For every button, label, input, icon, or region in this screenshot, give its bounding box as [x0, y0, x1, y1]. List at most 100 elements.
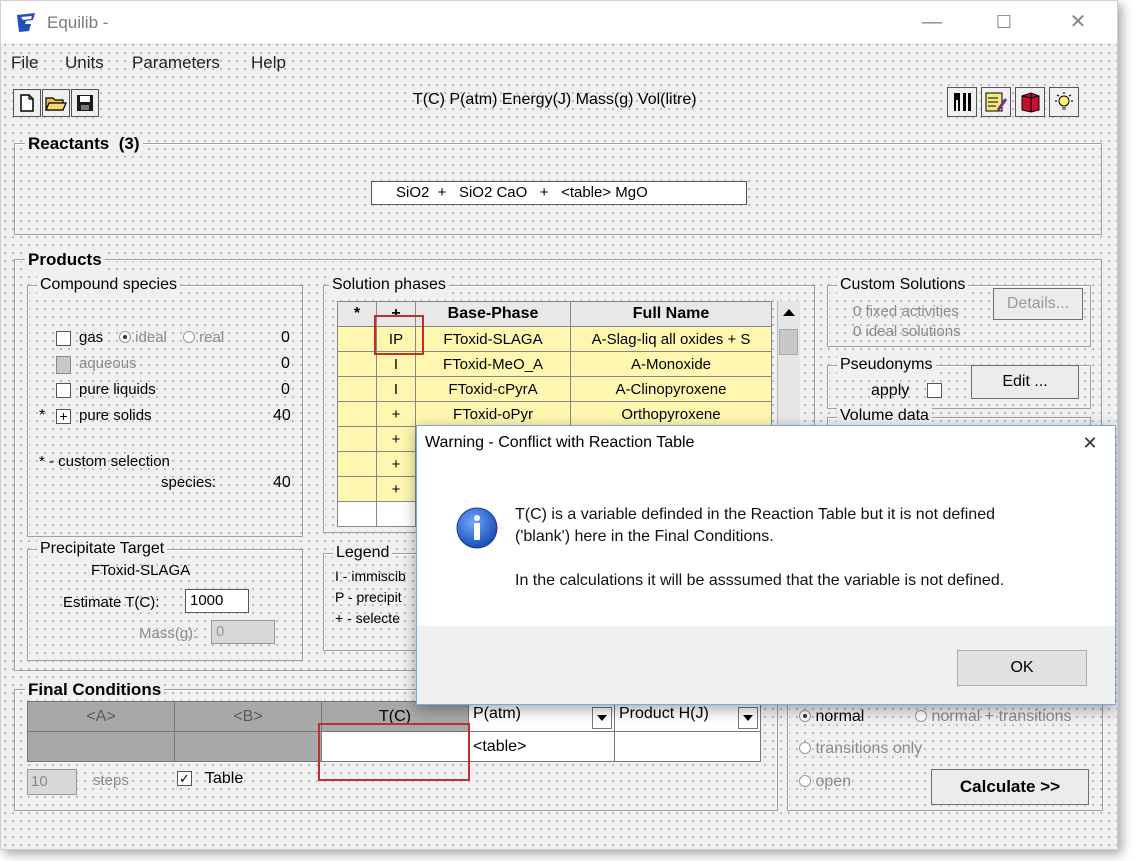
pseudonyms-edit-button[interactable]: Edit ... [971, 365, 1079, 399]
patm-dropdown[interactable] [592, 706, 612, 729]
custom-selection-note: * - custom selection [39, 453, 170, 470]
mass-input[interactable]: 0 [211, 620, 275, 644]
transitions-only-radio[interactable]: transitions only [799, 740, 922, 758]
col-a-header[interactable]: <A> [27, 701, 175, 732]
patm-header-label: P(atm) [473, 704, 521, 722]
cell-base[interactable]: FToxid-cPyrA [415, 376, 571, 402]
menu-parameters[interactable]: Parameters [132, 53, 220, 73]
cell-base[interactable]: FToxid-MeO_A [415, 351, 571, 377]
gas-ideal-radio[interactable]: ideal [119, 329, 167, 346]
steps-input[interactable]: 10 [27, 769, 77, 795]
col-base-phase[interactable]: Base-Phase [415, 301, 571, 327]
cell-star[interactable] [337, 351, 377, 377]
new-file-button[interactable] [13, 89, 41, 117]
steps-label: steps [93, 772, 129, 789]
normal-radio[interactable]: normal [799, 708, 864, 726]
final-conditions-label: Final Conditions [25, 680, 165, 700]
a-value-cell[interactable] [27, 731, 175, 762]
col-b-header[interactable]: <B> [174, 701, 322, 732]
table-row[interactable]: I FToxid-cPyrA A-Clinopyroxene [337, 376, 772, 402]
scroll-up-icon[interactable] [783, 309, 795, 316]
table-row[interactable]: + FToxid-oPyr Orthopyroxene [337, 401, 772, 427]
edit-list-button[interactable] [981, 87, 1011, 117]
menu-units[interactable]: Units [65, 53, 104, 73]
save-button[interactable] [71, 89, 99, 117]
pure-liquids-count: 0 [281, 381, 290, 398]
close-button[interactable]: ✕ [1055, 7, 1101, 37]
cell-star[interactable] [337, 326, 377, 352]
col-patm-header[interactable]: P(atm) [468, 701, 615, 732]
ok-button[interactable]: OK [957, 650, 1087, 686]
cell-plus[interactable]: + [376, 476, 416, 502]
gas-real-radio[interactable]: real [183, 329, 224, 346]
solution-phases-label: Solution phases [329, 276, 449, 294]
aqueous-label: aqueous [79, 355, 137, 372]
pure-solids-label: pure solids [79, 407, 152, 424]
cell-star[interactable] [337, 451, 377, 477]
volume-data-label: Volume data [837, 407, 932, 425]
compound-species-label: Compound species [37, 276, 180, 294]
product-h-value-cell[interactable] [614, 731, 761, 762]
maximize-button[interactable]: ☐ [981, 7, 1027, 37]
aqueous-checkbox[interactable] [56, 356, 71, 374]
open-file-button[interactable] [42, 89, 70, 117]
fork-knife-icon [954, 93, 971, 111]
units-indicator: T(C) P(atm) Energy(J) Mass(g) Vol(litre) [413, 91, 697, 108]
table-checkbox[interactable]: ✓ [177, 771, 192, 786]
pseudonyms-apply-label: apply [871, 382, 910, 399]
b-value-cell[interactable] [174, 731, 322, 762]
minimize-button[interactable]: — [909, 7, 955, 37]
open-folder-icon [45, 97, 67, 111]
cell-plus[interactable]: + [376, 451, 416, 477]
cell-base[interactable]: FToxid-SLAGA [415, 326, 571, 352]
table-row[interactable]: I FToxid-MeO_A A-Monoxide [337, 351, 772, 377]
cell-full[interactable]: A-Clinopyroxene [570, 376, 772, 402]
table-checkbox-label: Table [205, 770, 244, 787]
dialog-close-button[interactable]: ✕ [1075, 430, 1105, 456]
cell-plus[interactable]: + [376, 401, 416, 427]
menu-file[interactable]: File [11, 53, 38, 73]
cell-star[interactable] [337, 426, 377, 452]
cell-plus[interactable]: I [376, 376, 416, 402]
cell-star[interactable] [337, 401, 377, 427]
calculate-button[interactable]: Calculate >> [931, 769, 1089, 805]
cell-plus[interactable]: I [376, 351, 416, 377]
legend-precipitate: P - precipit [335, 589, 402, 605]
cell-full[interactable]: A-Slag-liq all oxides + S [570, 326, 772, 352]
lightbulb-button[interactable] [1049, 87, 1079, 117]
warning-dialog: Warning - Conflict with Reaction Table ✕… [416, 425, 1116, 705]
pure-liquids-checkbox[interactable] [56, 383, 71, 398]
pseudonyms-apply-checkbox[interactable] [927, 383, 942, 398]
col-star[interactable]: * [337, 301, 377, 327]
reactants-formula[interactable]: SiO2 + SiO2 CaO + <table> MgO [371, 181, 747, 205]
cell-full[interactable]: A-Monoxide [570, 351, 772, 377]
cell-star[interactable] [337, 376, 377, 402]
estimate-tc-input[interactable]: 1000 [185, 589, 249, 613]
gas-checkbox[interactable] [56, 331, 71, 346]
pure-solids-star: * [39, 407, 46, 424]
col-product-h-header[interactable]: Product H(J) [614, 701, 761, 732]
book-button[interactable] [1015, 87, 1045, 117]
open-radio[interactable]: open [799, 773, 851, 791]
cell-full[interactable]: Orthopyroxene [570, 401, 772, 427]
scroll-thumb[interactable] [779, 329, 798, 355]
pure-solids-checkbox[interactable]: + [56, 409, 71, 424]
edit-list-icon [985, 92, 1008, 112]
details-button[interactable]: Details... [993, 288, 1083, 320]
precipitate-phase: FToxid-SLAGA [91, 562, 191, 579]
normal-transitions-radio[interactable]: normal + transitions [915, 708, 1072, 726]
precipitate-target-label: Precipitate Target [37, 540, 168, 558]
window-title: Equilib - [47, 13, 109, 32]
cell-star[interactable] [337, 476, 377, 502]
product-h-dropdown[interactable] [738, 706, 758, 729]
ideal-solutions: 0 ideal solutions [853, 323, 961, 340]
equilib-window: Equilib - — ☐ ✕ File Units Parameters He… [0, 0, 1118, 850]
cell-plus[interactable]: + [376, 426, 416, 452]
col-full-name[interactable]: Full Name [570, 301, 772, 327]
patm-value-cell[interactable]: <table> [468, 731, 615, 762]
reactants-label: Reactants (3) [25, 134, 143, 154]
info-icon [456, 507, 498, 549]
fork-knife-button[interactable] [947, 87, 977, 117]
cell-base[interactable]: FToxid-oPyr [415, 401, 571, 427]
menu-help[interactable]: Help [251, 53, 286, 73]
